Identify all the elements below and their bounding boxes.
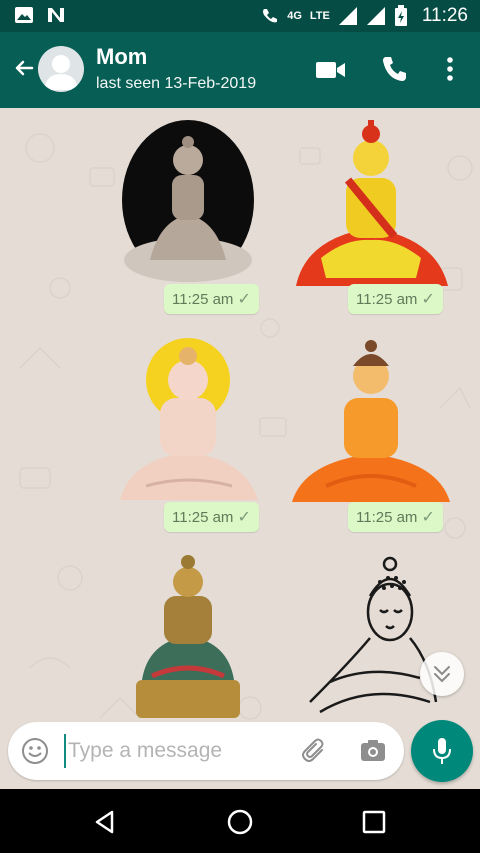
last-seen-status: last seen 13-Feb-2019 xyxy=(96,75,257,92)
message-timestamp: 11:25 am ✓ xyxy=(348,502,443,532)
phone-icon[interactable] xyxy=(380,54,410,84)
message-composer xyxy=(8,722,404,780)
time-label: 11:25 am xyxy=(172,290,234,308)
double-chevron-down-icon xyxy=(434,666,450,683)
camera-icon[interactable] xyxy=(358,736,388,766)
sent-check-icon: ✓ xyxy=(421,291,435,308)
arrow-left-icon[interactable] xyxy=(8,54,38,84)
sticker-buddha-orange[interactable] xyxy=(286,336,456,504)
message-timestamp: 11:25 am ✓ xyxy=(164,284,259,314)
sticker-buddha-dark-oval[interactable] xyxy=(120,120,256,286)
system-nav-bar xyxy=(0,789,480,853)
default-avatar-icon xyxy=(44,55,78,90)
sticker-buddha-white-halo[interactable] xyxy=(116,336,262,502)
sticker-buddha-golden-statue[interactable] xyxy=(128,552,248,718)
sent-check-icon: ✓ xyxy=(421,509,435,526)
nav-back-icon[interactable] xyxy=(90,807,120,837)
time-label: 11:25 am xyxy=(172,508,234,526)
contact-name[interactable]: Mom xyxy=(96,44,147,70)
wifi-calling-icon xyxy=(263,9,278,23)
mic-button[interactable] xyxy=(411,720,473,782)
chat-header: Mom last seen 13-Feb-2019 xyxy=(0,32,480,108)
sent-check-icon: ✓ xyxy=(237,509,251,526)
message-timestamp: 11:25 am ✓ xyxy=(348,284,443,314)
lte-label: LTE xyxy=(309,10,330,22)
nav-home-icon[interactable] xyxy=(225,807,255,837)
image-icon xyxy=(15,7,33,23)
emoji-icon[interactable] xyxy=(20,736,50,766)
sent-check-icon: ✓ xyxy=(237,291,251,308)
paperclip-icon[interactable] xyxy=(300,736,330,766)
time-label: 11:25 am xyxy=(356,508,418,526)
more-vert-icon[interactable] xyxy=(440,54,460,84)
time-label: 11:25 am xyxy=(356,290,418,308)
microphone-icon xyxy=(433,738,451,764)
scroll-to-bottom-button[interactable] xyxy=(420,652,464,696)
chat-area[interactable]: 11:25 am ✓ 11:25 am ✓ 11:25 am ✓ 11:25 a… xyxy=(0,108,480,788)
signal-icon-2 xyxy=(366,7,385,25)
message-input[interactable] xyxy=(64,734,284,768)
status-bar: 4G LTE 11:26 xyxy=(0,0,480,32)
n-logo-icon xyxy=(48,8,64,22)
nav-recents-icon[interactable] xyxy=(359,807,389,837)
sticker-buddha-line-sketch[interactable] xyxy=(300,552,440,718)
message-timestamp: 11:25 am ✓ xyxy=(164,502,259,532)
video-call-icon[interactable] xyxy=(314,56,348,84)
signal-icon xyxy=(338,7,357,25)
sticker-buddha-red-yellow[interactable] xyxy=(286,118,456,288)
avatar[interactable] xyxy=(38,46,84,92)
battery-icon xyxy=(394,5,407,26)
network-type: 4G xyxy=(287,10,302,22)
clock: 11:26 xyxy=(421,5,468,26)
